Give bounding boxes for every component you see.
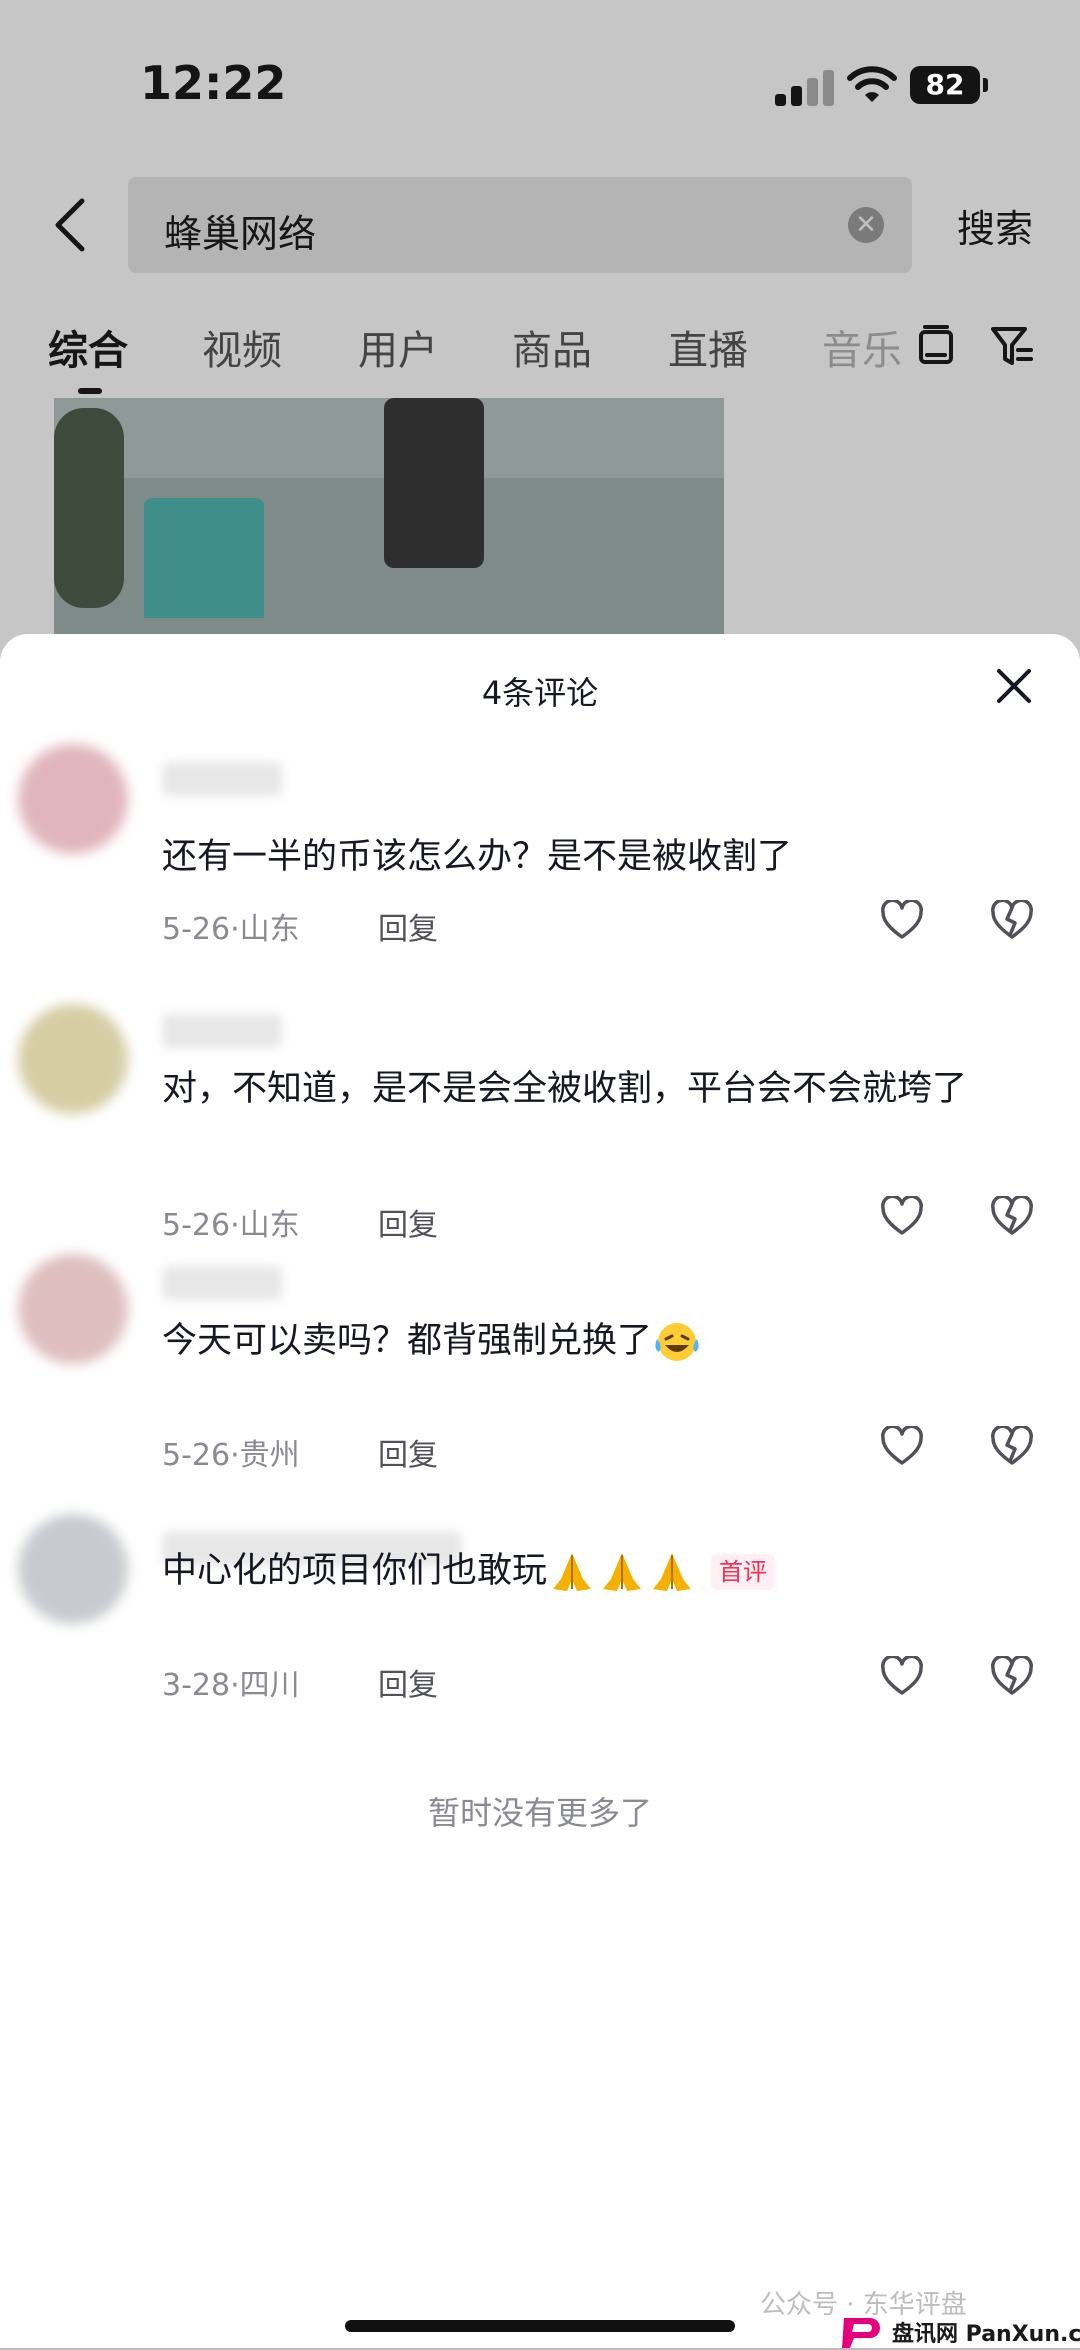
result-tabs: 综合 视频 用户 商品 直播 音乐: [0, 310, 1080, 394]
comment-text: 对，不知道，是不是会全被收割，平台会不会就垮了: [162, 1069, 968, 1109]
comments-sheet: 4条评论 还有一半的币该怎么办？是不是被收割了 5-26·山东 回复 对，不知道…: [0, 634, 1080, 2348]
clear-search-icon[interactable]: ✕: [848, 207, 884, 243]
avatar[interactable]: [18, 1004, 128, 1114]
reply-button[interactable]: 回复: [378, 1660, 438, 1704]
comment-meta: 5-26·贵州: [162, 1438, 300, 1473]
filter-icon[interactable]: [990, 324, 1034, 368]
wifi-icon: [847, 66, 897, 102]
battery-indicator: 82: [910, 66, 980, 104]
comment-text: 今天可以卖吗？都背强制兑换了: [162, 1314, 1042, 1368]
praying-hands-emoji-icon: [603, 1553, 642, 1591]
reply-button[interactable]: 回复: [378, 1430, 438, 1474]
site-logo-icon: [842, 2318, 880, 2348]
thumbnail-person: [384, 398, 484, 568]
thumbnail-plant: [54, 408, 124, 608]
praying-hands-emoji-icon: [653, 1553, 692, 1591]
comment-meta: 5-26·山东: [162, 1208, 300, 1243]
tab-users[interactable]: 用户: [358, 318, 438, 376]
like-heart-icon[interactable]: [880, 1426, 924, 1466]
back-arrow-icon[interactable]: [48, 195, 98, 255]
username-blurred[interactable]: [162, 1014, 282, 1048]
video-thumbnail[interactable]: [54, 398, 724, 638]
status-bar: 12:22 82: [0, 0, 1080, 170]
tab-videos[interactable]: 视频: [202, 318, 282, 376]
thumbnail-stool: [144, 498, 264, 618]
dislike-heart-icon[interactable]: [990, 1426, 1034, 1466]
avatar[interactable]: [18, 1514, 128, 1624]
active-tab-indicator: [78, 388, 102, 394]
dislike-heart-icon[interactable]: [990, 1196, 1034, 1236]
avatar[interactable]: [18, 1254, 128, 1364]
status-time: 12:22: [140, 56, 287, 110]
signal-icon: [775, 68, 835, 106]
battery-tip: [983, 78, 988, 92]
first-comment-badge: 首评: [711, 1554, 776, 1590]
tab-music[interactable]: 音乐: [822, 318, 902, 376]
layout-toggle-icon[interactable]: [918, 324, 954, 368]
username-blurred[interactable]: [162, 1266, 282, 1300]
avatar[interactable]: [18, 744, 128, 854]
like-heart-icon[interactable]: [880, 1196, 924, 1236]
comment-text: 还有一半的币该怎么办？是不是被收割了: [162, 837, 793, 877]
no-more-comments-text: 暂时没有更多了: [427, 1794, 652, 1832]
search-bar-row: 蜂巢网络 ✕ 搜索: [0, 170, 1080, 280]
dislike-heart-icon[interactable]: [990, 1656, 1034, 1696]
comment-meta: 5-26·山东: [162, 912, 300, 947]
tab-live[interactable]: 直播: [668, 318, 748, 376]
praying-hands-emoji-icon: [553, 1553, 592, 1591]
comment-text-body: 今天可以卖吗？都背强制兑换了: [162, 1321, 653, 1361]
home-indicator[interactable]: [345, 2320, 735, 2332]
comment-text: 中心化的项目你们也敢玩 首评: [162, 1544, 1042, 1598]
comment-meta: 3-28·四川: [162, 1668, 300, 1703]
like-heart-icon[interactable]: [880, 1656, 924, 1696]
search-query-text: 蜂巢网络: [164, 212, 317, 256]
like-heart-icon[interactable]: [880, 900, 924, 940]
tab-products[interactable]: 商品: [512, 318, 592, 376]
site-watermark-text: 盘讯网 PanXun.cc: [892, 2322, 1080, 2347]
comment-text-body: 中心化的项目你们也敢玩: [162, 1551, 548, 1591]
reply-button[interactable]: 回复: [378, 904, 438, 948]
username-blurred[interactable]: [162, 762, 282, 796]
dislike-heart-icon[interactable]: [990, 900, 1034, 940]
laughing-tears-emoji-icon: [655, 1323, 699, 1361]
tab-general[interactable]: 综合: [48, 318, 128, 376]
comments-count-title: 4条评论: [481, 674, 599, 712]
reply-button[interactable]: 回复: [378, 1200, 438, 1244]
close-icon[interactable]: [996, 668, 1032, 704]
search-input[interactable]: 蜂巢网络 ✕: [128, 177, 912, 273]
search-button[interactable]: 搜索: [957, 198, 1033, 253]
